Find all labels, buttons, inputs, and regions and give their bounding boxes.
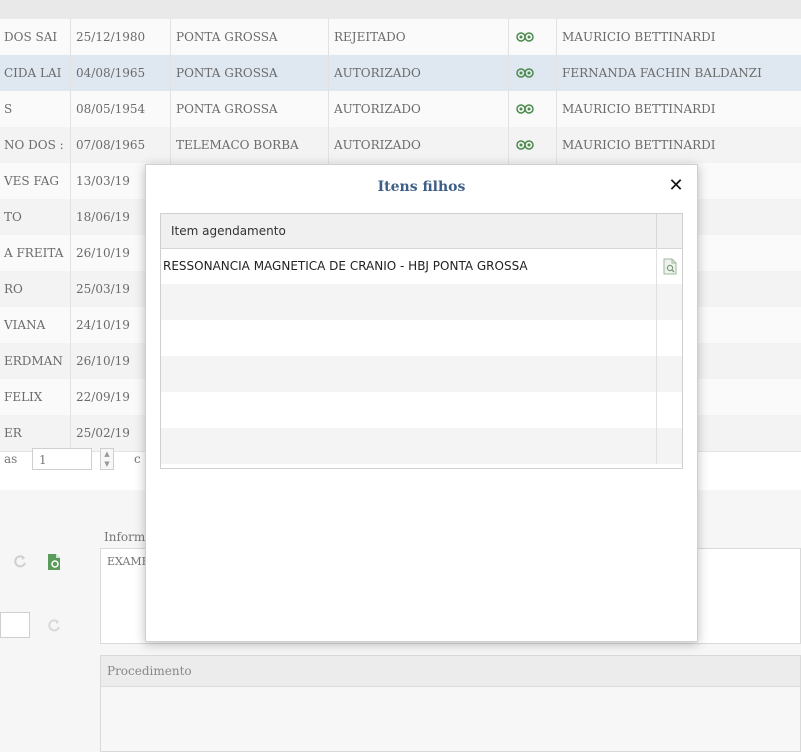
info-label: Inform [104,530,146,544]
patient-name-cell: NO DOS : [4,138,64,152]
background-table-row[interactable]: NO DOS : 07/08/1965 TELEMACO BORBA AUTORIZA… [0,127,801,164]
status-cell: AUTORIZADO [334,102,421,116]
refresh-icon-2[interactable] [44,616,64,636]
view-icon[interactable] [516,55,546,91]
column-divider [328,55,329,91]
column-divider [70,163,71,199]
pager-label: as [4,452,18,466]
child-item-row[interactable]: RESSONANCIA MAGNETICA DE CRANIO - HBJ PO… [161,248,682,284]
background-grid-header [0,0,801,19]
column-divider [70,199,71,235]
view-icon[interactable] [516,91,546,127]
city-cell: TELEMACO BORBA [176,138,299,152]
city-cell: PONTA GROSSA [176,30,278,44]
column-divider [556,55,557,91]
patient-name-cell: ERDMAN [4,354,63,368]
child-item-row [161,320,682,356]
background-table-row[interactable]: S 08/05/1954 PONTA GROSSA AUTORIZADO MAURICI… [0,91,801,128]
column-divider [556,91,557,127]
patient-name-cell: VES FAG [4,174,59,188]
child-item-row [161,284,682,320]
child-item-label: RESSONANCIA MAGNETICA DE CRANIO - HBJ PO… [163,259,528,273]
procedure-header: Procedimento [101,656,800,687]
city-cell: PONTA GROSSA [176,66,278,80]
document-search-icon[interactable] [44,552,64,572]
regulator-cell: MAURICIO BETTINARDI [562,138,716,152]
column-divider [556,19,557,55]
child-item-row [161,392,682,428]
column-divider [656,428,657,464]
info-text: EXAME [107,555,150,568]
regulator-cell: FERNANDA FACHIN BALDANZI [562,66,762,80]
close-icon[interactable]: ✕ [667,177,685,195]
view-icon[interactable] [516,127,546,163]
column-divider [70,271,71,307]
column-divider [656,248,657,284]
city-cell: PONTA GROSSA [176,102,278,116]
dialog-title: Itens filhos [377,179,466,195]
patient-name-cell: S [4,102,13,116]
column-divider [508,19,509,55]
regulator-cell: MAURICIO BETTINARDI [562,30,716,44]
column-header-item-agendamento: Item agendamento [171,224,286,238]
procedure-grid: Procedimento [100,655,801,752]
column-divider [70,235,71,271]
column-divider [70,19,71,55]
column-divider [170,19,171,55]
child-items-dialog: Itens filhos ✕ Item agendamento RESSONAN… [145,164,698,642]
column-divider [170,127,171,163]
column-divider [70,343,71,379]
column-divider [656,284,657,320]
column-divider [70,55,71,91]
column-divider [508,55,509,91]
column-divider [556,127,557,163]
secondary-input[interactable] [0,612,30,638]
column-divider [328,91,329,127]
regulator-cell: MAURICIO BETTINARDI [562,102,716,116]
birth-date-cell: 04/08/1965 [76,66,146,80]
column-divider [656,320,657,356]
patient-name-cell: CIDA LAI [4,66,62,80]
column-divider [70,91,71,127]
patient-name-cell: A FREITA [4,246,64,260]
birth-date-cell: 25/12/1980 [76,30,146,44]
page-stepper[interactable]: ▲ ▼ [100,448,114,470]
column-divider [70,127,71,163]
column-divider [508,91,509,127]
column-divider [328,19,329,55]
background-table-row[interactable]: DOS SAI 25/12/1980 PONTA GROSSA REJEITADO MA… [0,19,801,56]
patient-name-cell: VIANA [4,318,46,332]
child-items-grid-header: Item agendamento [161,214,682,249]
birth-date-cell: 07/08/1965 [76,138,146,152]
pager-of-label: c [134,452,141,466]
column-divider [508,127,509,163]
refresh-icon[interactable] [10,552,30,572]
column-divider [328,127,329,163]
column-divider [70,379,71,415]
status-cell: REJEITADO [334,30,406,44]
child-item-row [161,428,682,464]
patient-name-cell: RO [4,282,23,296]
patient-name-cell: DOS SAI [4,30,58,44]
column-divider [656,356,657,392]
document-search-icon[interactable] [661,256,679,276]
background-table-row[interactable]: CIDA LAI 04/08/1965 PONTA GROSSA AUTORIZADO… [0,55,801,92]
column-divider [170,55,171,91]
page-number-input[interactable]: 1 [32,448,92,470]
view-icon[interactable] [516,19,546,55]
column-divider [70,307,71,343]
status-cell: AUTORIZADO [334,66,421,80]
patient-name-cell: TO [4,210,22,224]
column-divider [656,214,657,248]
child-item-row [161,356,682,392]
birth-date-cell: 08/05/1954 [76,102,146,116]
patient-name-cell: FELIX [4,390,43,404]
status-cell: AUTORIZADO [334,138,421,152]
child-items-grid: Item agendamento RESSONANCIA MAGNETICA D… [160,213,683,469]
column-divider [170,91,171,127]
column-divider [656,392,657,428]
